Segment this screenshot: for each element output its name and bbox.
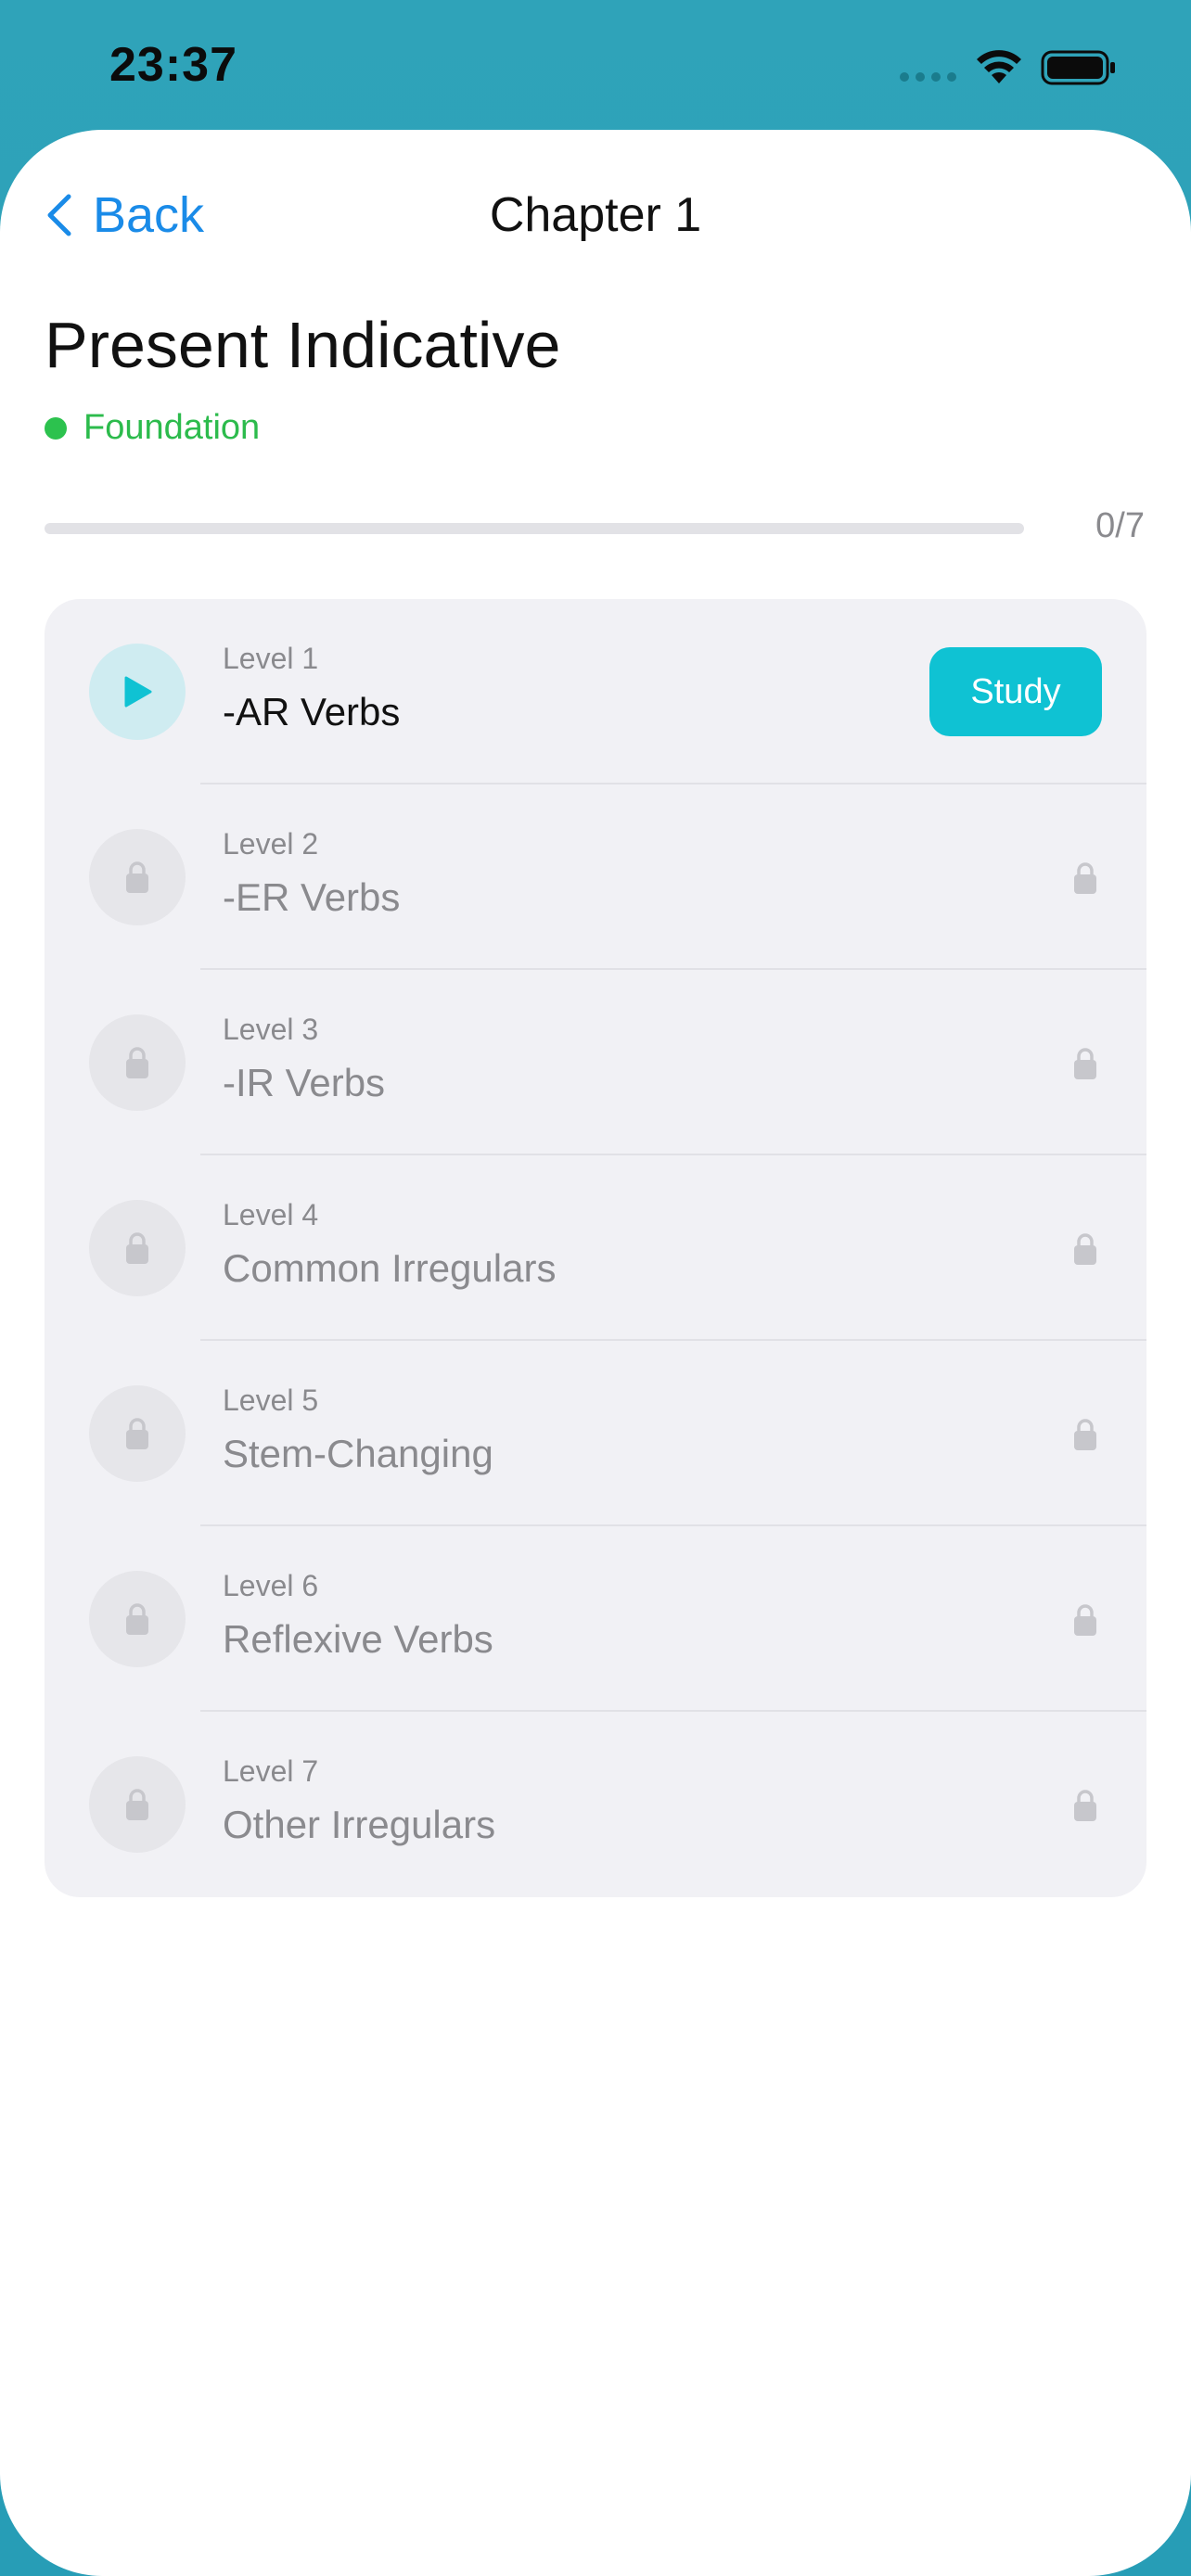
level-caption: Level 2 [223, 827, 319, 861]
lock-icon [89, 1200, 186, 1296]
play-icon [89, 644, 186, 740]
lock-icon [1072, 1602, 1098, 1638]
level-caption: Level 7 [223, 1754, 319, 1788]
status-bar: 23:37 [0, 0, 1191, 130]
lock-icon [1072, 1788, 1098, 1823]
nav-title: Chapter 1 [489, 188, 702, 242]
level-name: -IR Verbs [223, 1061, 386, 1104]
cellular-signal-icon [900, 72, 957, 82]
level-row: Level 7 Other Irregulars [45, 1712, 1146, 1897]
lock-icon [89, 1385, 186, 1482]
lock-icon [89, 829, 186, 925]
tier-badge: Foundation [45, 408, 260, 448]
level-caption: Level 5 [223, 1384, 319, 1417]
level-name: Common Irregulars [223, 1246, 557, 1290]
level-row: Level 5 Stem-Changing [45, 1341, 1146, 1526]
wifi-icon [977, 50, 1021, 83]
lock-icon [89, 1571, 186, 1667]
chapter-sheet: Back Chapter 1 Present Indicative Founda… [0, 130, 1191, 2576]
lock-icon [1072, 1046, 1098, 1081]
page-title: Present Indicative [45, 309, 561, 381]
level-row[interactable]: Level 1 -AR Verbs Study [45, 599, 1146, 784]
level-caption: Level 1 [223, 642, 319, 675]
tier-label: Foundation [83, 408, 261, 447]
lock-icon [89, 1014, 186, 1111]
status-time: 23:37 [109, 38, 237, 92]
level-name: -ER Verbs [223, 875, 401, 919]
progress-bar [45, 523, 1024, 534]
level-row: Level 3 -IR Verbs [45, 970, 1146, 1155]
status-dot-icon [45, 416, 67, 440]
progress-count: 0/7 [1095, 506, 1145, 545]
level-name: -AR Verbs [223, 690, 401, 733]
lock-icon [1072, 1417, 1098, 1452]
level-row: Level 2 -ER Verbs [45, 784, 1146, 970]
level-name: Reflexive Verbs [223, 1617, 493, 1661]
levels-list: Level 1 -AR Verbs Study Level 2 -ER Verbs Lev… [45, 599, 1146, 1897]
level-row: Level 6 Reflexive Verbs [45, 1526, 1146, 1712]
lock-icon [1072, 861, 1098, 896]
study-button[interactable]: Study [929, 647, 1102, 736]
level-row: Level 4 Common Irregulars [45, 1155, 1146, 1341]
lock-icon [1072, 1231, 1098, 1267]
level-caption: Level 3 [223, 1013, 319, 1046]
level-caption: Level 4 [223, 1198, 319, 1231]
lock-icon [89, 1756, 186, 1853]
level-name: Stem-Changing [223, 1432, 493, 1475]
level-name: Other Irregulars [223, 1803, 496, 1846]
level-caption: Level 6 [223, 1569, 319, 1602]
battery-icon [1041, 50, 1115, 85]
